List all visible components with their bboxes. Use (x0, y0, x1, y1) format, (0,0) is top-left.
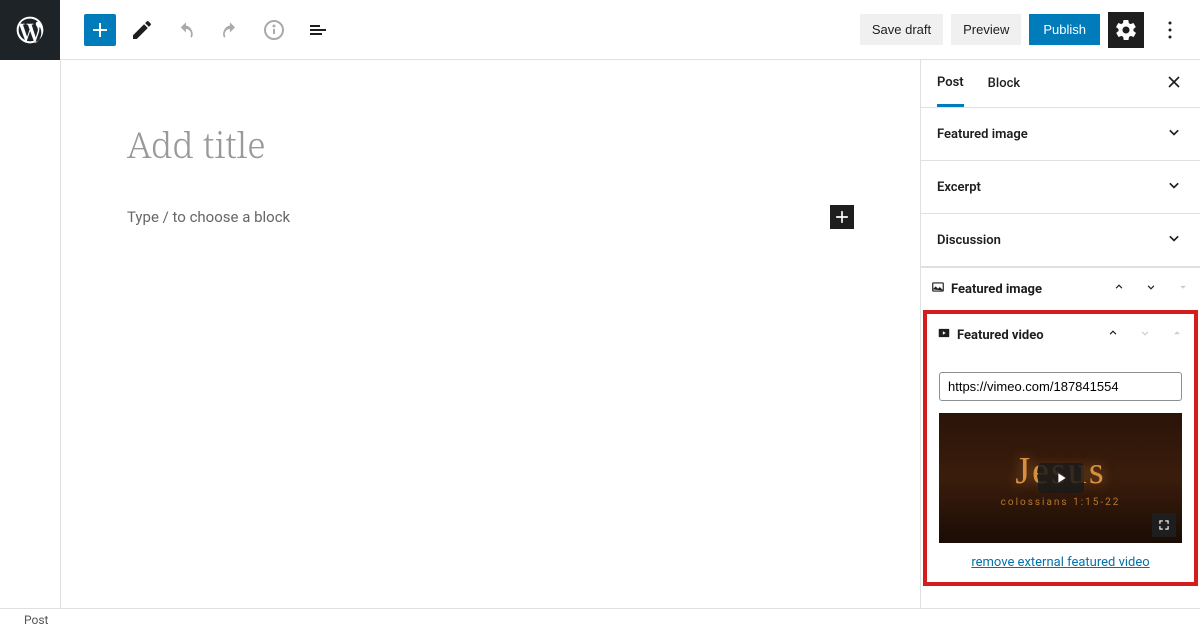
info-button[interactable] (256, 12, 292, 48)
add-block-button[interactable] (84, 14, 116, 46)
breadcrumb-text: Post (24, 613, 48, 627)
gear-icon (1114, 18, 1138, 42)
meta-label: Featured image (951, 282, 1042, 297)
close-sidebar-button[interactable] (1164, 72, 1184, 96)
breadcrumb-footer: Post (0, 608, 1200, 630)
info-icon (262, 18, 286, 42)
play-button[interactable] (1038, 463, 1084, 493)
tab-block[interactable]: Block (988, 62, 1020, 105)
inline-add-block-button[interactable] (830, 205, 854, 229)
video-thumb-subtitle: colossians 1:15-22 (1001, 497, 1121, 508)
chevron-down-icon (1164, 175, 1184, 199)
featured-video-highlight: Featured video Jesus colossians 1:15-22 (923, 310, 1198, 586)
fullscreen-icon (1157, 518, 1171, 532)
post-title-input[interactable]: Add title (127, 120, 854, 169)
tab-post[interactable]: Post (937, 61, 964, 107)
move-up-button[interactable] (1112, 280, 1126, 298)
sidebar-tabs: Post Block (921, 60, 1200, 108)
main-area: Add title Type / to choose a block Post … (0, 60, 1200, 608)
toolbar-left (84, 12, 336, 48)
redo-icon (218, 18, 242, 42)
meta-featured-image-header[interactable]: Featured image (921, 268, 1200, 310)
fullscreen-button[interactable] (1152, 513, 1176, 537)
block-appender-row: Type / to choose a block (127, 205, 854, 229)
outline-button[interactable] (300, 12, 336, 48)
remove-video-link[interactable]: remove external featured video (939, 555, 1182, 570)
preview-button[interactable]: Preview (951, 14, 1021, 45)
panel-label: Discussion (937, 233, 1001, 248)
plus-icon (88, 18, 112, 42)
publish-button[interactable]: Publish (1029, 14, 1100, 45)
block-placeholder-text[interactable]: Type / to choose a block (127, 208, 290, 226)
featured-video-body: Jesus colossians 1:15-22 remove external… (927, 356, 1194, 582)
redo-button[interactable] (212, 12, 248, 48)
meta-controls (1106, 326, 1184, 344)
meta-featured-video-header[interactable]: Featured video (927, 314, 1194, 356)
video-url-input[interactable] (939, 372, 1182, 401)
left-gutter (0, 60, 60, 608)
more-vertical-icon (1158, 18, 1182, 42)
editor-canvas[interactable]: Add title Type / to choose a block (60, 60, 920, 608)
meta-featured-image: Featured image (921, 267, 1200, 310)
toolbar-right: Save draft Preview Publish (860, 12, 1200, 48)
close-icon (1164, 72, 1184, 92)
edit-mode-button[interactable] (124, 12, 160, 48)
video-icon (937, 326, 951, 344)
save-draft-button[interactable]: Save draft (860, 14, 943, 45)
list-icon (306, 18, 330, 42)
panel-featured-image[interactable]: Featured image (921, 108, 1200, 161)
settings-sidebar: Post Block Featured image Excerpt Discus… (920, 60, 1200, 608)
video-thumbnail[interactable]: Jesus colossians 1:15-22 (939, 413, 1182, 543)
top-toolbar: Save draft Preview Publish (0, 0, 1200, 60)
undo-icon (174, 18, 198, 42)
panel-label: Featured image (937, 127, 1028, 142)
more-options-button[interactable] (1152, 12, 1188, 48)
wp-logo[interactable] (0, 0, 60, 60)
toggle-button[interactable] (1170, 326, 1184, 344)
chevron-down-icon (1164, 122, 1184, 146)
play-icon (1053, 470, 1069, 486)
move-up-button[interactable] (1106, 326, 1120, 344)
toggle-button[interactable] (1176, 280, 1190, 298)
panel-discussion[interactable]: Discussion (921, 214, 1200, 267)
move-down-button[interactable] (1138, 326, 1152, 344)
meta-label: Featured video (957, 328, 1044, 343)
undo-button[interactable] (168, 12, 204, 48)
move-down-button[interactable] (1144, 280, 1158, 298)
image-icon (931, 280, 945, 298)
wordpress-icon (14, 14, 46, 46)
pencil-icon (130, 18, 154, 42)
chevron-down-icon (1164, 228, 1184, 252)
meta-controls (1112, 280, 1190, 298)
settings-button[interactable] (1108, 12, 1144, 48)
panel-excerpt[interactable]: Excerpt (921, 161, 1200, 214)
panel-label: Excerpt (937, 180, 981, 195)
plus-icon (832, 207, 852, 227)
